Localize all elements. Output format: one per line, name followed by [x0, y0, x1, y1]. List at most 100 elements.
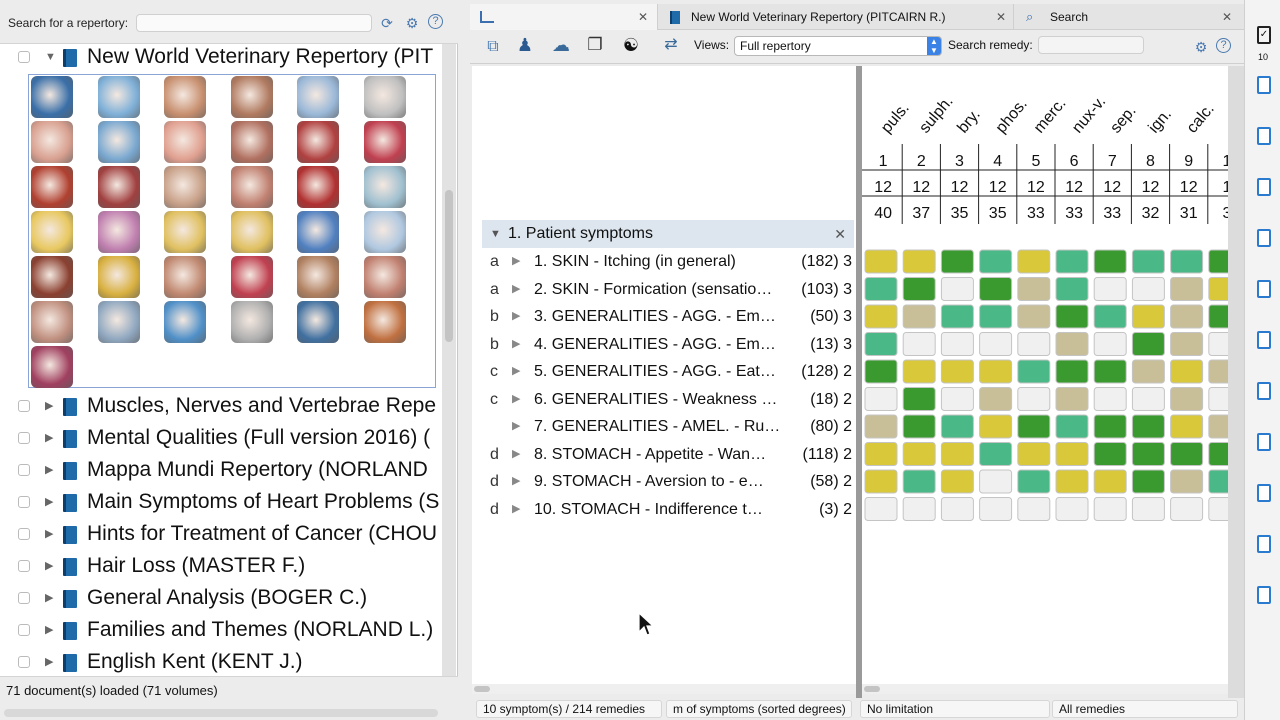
- grid-cell[interactable]: [1055, 387, 1089, 411]
- grid-cell[interactable]: [979, 359, 1013, 384]
- tab-search[interactable]: ⌕ Search ✕: [1014, 4, 1242, 30]
- scrollbar-thumb[interactable]: [474, 686, 490, 692]
- grid-cell[interactable]: [1131, 442, 1165, 466]
- chevron-down-icon[interactable]: ▼: [490, 220, 501, 248]
- checked-clipboard-icon[interactable]: ✓: [1257, 26, 1271, 44]
- grid-cell[interactable]: [902, 332, 936, 356]
- symptom-row[interactable]: d ▶ 10. STOMACH - Indifference t… (3) 2: [472, 496, 856, 524]
- body-part-thumbnail[interactable]: [230, 211, 273, 253]
- checkbox[interactable]: [18, 496, 30, 508]
- grid-cell[interactable]: [979, 277, 1013, 301]
- grid-cell[interactable]: [864, 304, 898, 329]
- grid-cell[interactable]: [1093, 304, 1127, 329]
- body-part-thumbnail[interactable]: [97, 76, 140, 118]
- tree-item[interactable]: ▶ Main Symptoms of Heart Problems (S: [0, 486, 440, 518]
- chevron-right-icon[interactable]: ▶: [512, 468, 520, 495]
- body-part-thumbnail[interactable]: [230, 166, 273, 208]
- tree-item[interactable]: ▶ Families and Themes (NORLAND L.): [0, 614, 440, 646]
- chevron-right-icon[interactable]: ▶: [512, 331, 520, 358]
- grid-cell[interactable]: [1208, 277, 1228, 301]
- grid-cell[interactable]: [1055, 469, 1089, 494]
- grid-cell[interactable]: [1017, 469, 1051, 494]
- grid-cell[interactable]: [864, 497, 898, 521]
- section-header[interactable]: ▼ 1. Patient symptoms ✕: [482, 220, 854, 248]
- grid-cell[interactable]: [940, 414, 974, 439]
- body-part-thumbnail[interactable]: [363, 121, 406, 163]
- body-part-thumbnail[interactable]: [31, 121, 73, 163]
- symptom-hscroll[interactable]: [472, 684, 856, 694]
- chevron-right-icon[interactable]: ▶: [512, 413, 520, 440]
- close-icon[interactable]: ✕: [1222, 4, 1232, 30]
- gear-icon[interactable]: ⚙: [403, 14, 421, 32]
- grid-cell[interactable]: [1170, 277, 1204, 301]
- horizontal-scrollbar[interactable]: [4, 709, 438, 717]
- checkbox[interactable]: [18, 656, 30, 668]
- tree-item[interactable]: ▶ Hair Loss (MASTER F.): [0, 550, 440, 582]
- symptom-row[interactable]: c ▶ 6. GENERALITIES - Weakness … (18) 2: [472, 386, 856, 414]
- grid-cell[interactable]: [979, 442, 1013, 466]
- checkbox[interactable]: [18, 51, 30, 63]
- body-part-thumbnail[interactable]: [363, 301, 406, 343]
- grid-cell[interactable]: [1170, 387, 1204, 411]
- tree-item[interactable]: ▶ Mappa Mundi Repertory (NORLAND: [0, 454, 440, 486]
- grid-cell[interactable]: [864, 387, 898, 411]
- grid-cell[interactable]: [1093, 359, 1127, 384]
- body-part-thumbnail[interactable]: [164, 166, 206, 208]
- clipboard-icon[interactable]: [1257, 586, 1271, 604]
- body-part-thumbnail[interactable]: [230, 76, 273, 118]
- repertory-search-input[interactable]: [136, 14, 372, 32]
- grid-cell[interactable]: [1208, 497, 1228, 521]
- grid-cell[interactable]: [864, 249, 898, 274]
- body-part-thumbnail[interactable]: [97, 166, 140, 208]
- body-part-thumbnail[interactable]: [97, 121, 140, 163]
- body-part-thumbnail[interactable]: [297, 76, 339, 118]
- grid-cell[interactable]: [1055, 332, 1089, 356]
- grid-cell[interactable]: [902, 497, 936, 521]
- chevron-right-icon[interactable]: ▶: [512, 441, 520, 468]
- grid-cell[interactable]: [1131, 414, 1165, 439]
- body-part-thumbnail[interactable]: [230, 301, 273, 343]
- symptom-row[interactable]: a ▶ 2. SKIN - Formication (sensatio… (103) …: [472, 276, 856, 304]
- grid-cell[interactable]: [1093, 469, 1127, 494]
- body-part-thumbnail[interactable]: [164, 76, 206, 118]
- checkbox[interactable]: [18, 528, 30, 540]
- grid-cell[interactable]: [902, 249, 936, 274]
- checkbox[interactable]: [18, 592, 30, 604]
- grid-cell[interactable]: [1055, 414, 1089, 439]
- gear-icon[interactable]: ⚙: [1192, 38, 1210, 56]
- body-part-thumbnail[interactable]: [164, 121, 206, 163]
- grid-cell[interactable]: [1170, 249, 1204, 274]
- grid-cell[interactable]: [979, 249, 1013, 274]
- body-part-thumbnail[interactable]: [31, 301, 73, 343]
- grid-cell[interactable]: [1208, 304, 1228, 329]
- grid-cell[interactable]: [1170, 469, 1204, 494]
- close-icon[interactable]: ✕: [996, 4, 1006, 30]
- body-part-thumbnail[interactable]: [97, 211, 140, 253]
- grid-cell[interactable]: [1131, 249, 1165, 274]
- tree-item[interactable]: ▶ Hints for Treatment of Cancer (CHOU: [0, 518, 440, 550]
- body-part-thumbnail[interactable]: [97, 301, 140, 343]
- right-vertical-scrollbar[interactable]: [1228, 66, 1244, 698]
- chevron-right-icon[interactable]: ▶: [512, 248, 520, 275]
- grid-cell[interactable]: [1208, 414, 1228, 439]
- grid-cell[interactable]: [902, 414, 936, 439]
- tab-analysis[interactable]: ✕: [470, 4, 658, 30]
- body-part-thumbnail[interactable]: [164, 211, 206, 253]
- clipboard-icon[interactable]: [1257, 433, 1271, 451]
- symptom-row[interactable]: ▶ 7. GENERALITIES - AMEL. - Ru… (80) 2: [472, 413, 856, 441]
- body-part-thumbnail[interactable]: [31, 76, 73, 118]
- grid-cell[interactable]: [1131, 497, 1165, 521]
- grid-cell[interactable]: [1131, 332, 1165, 356]
- scrollbar-thumb[interactable]: [445, 190, 453, 342]
- chevron-right-icon[interactable]: ▶: [45, 518, 53, 550]
- chevron-right-icon[interactable]: ▶: [45, 646, 53, 678]
- grid-hscroll[interactable]: [862, 684, 1228, 694]
- grid-cell[interactable]: [1055, 304, 1089, 329]
- grid-cell[interactable]: [1055, 442, 1089, 466]
- refresh-icon[interactable]: ⟳: [378, 14, 396, 32]
- symptom-row[interactable]: c ▶ 5. GENERALITIES - AGG. - Eat… (128) 2: [472, 358, 856, 386]
- grid-cell[interactable]: [1170, 332, 1204, 356]
- tree-item[interactable]: ▶ Muscles, Nerves and Vertebrae Repe: [0, 390, 440, 422]
- windows-icon[interactable]: ⧉: [484, 38, 502, 56]
- chevron-right-icon[interactable]: ▶: [45, 422, 53, 454]
